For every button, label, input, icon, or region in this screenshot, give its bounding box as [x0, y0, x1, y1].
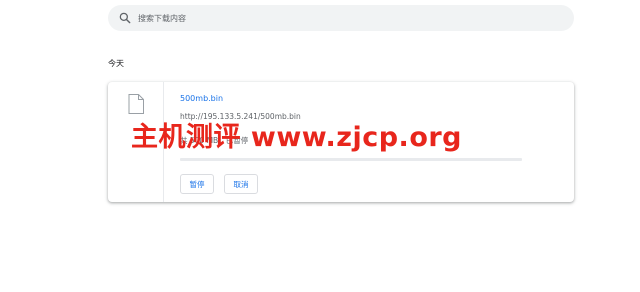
downloads-page: 今天 500mb.bin http://195.133.5.241/500mb.… [0, 0, 640, 292]
file-url: http://195.133.5.241/500mb.bin [180, 112, 301, 121]
search-icon [119, 12, 131, 24]
file-name-link[interactable]: 500mb.bin [180, 94, 223, 103]
file-icon-area [108, 82, 164, 202]
action-buttons: 暂停 取消 [180, 174, 258, 194]
download-item-card: 500mb.bin http://195.133.5.241/500mb.bin… [108, 82, 574, 202]
search-bar[interactable] [108, 5, 574, 31]
date-header: 今天 [108, 59, 124, 68]
download-details: 500mb.bin http://195.133.5.241/500mb.bin… [180, 82, 562, 202]
search-input[interactable] [138, 13, 558, 23]
progress-bar [180, 158, 522, 161]
pause-button[interactable]: 暂停 [180, 174, 214, 194]
progress-status: 共 500 MB，已暂停 [180, 136, 249, 145]
cancel-button[interactable]: 取消 [224, 174, 258, 194]
file-icon [128, 94, 144, 114]
